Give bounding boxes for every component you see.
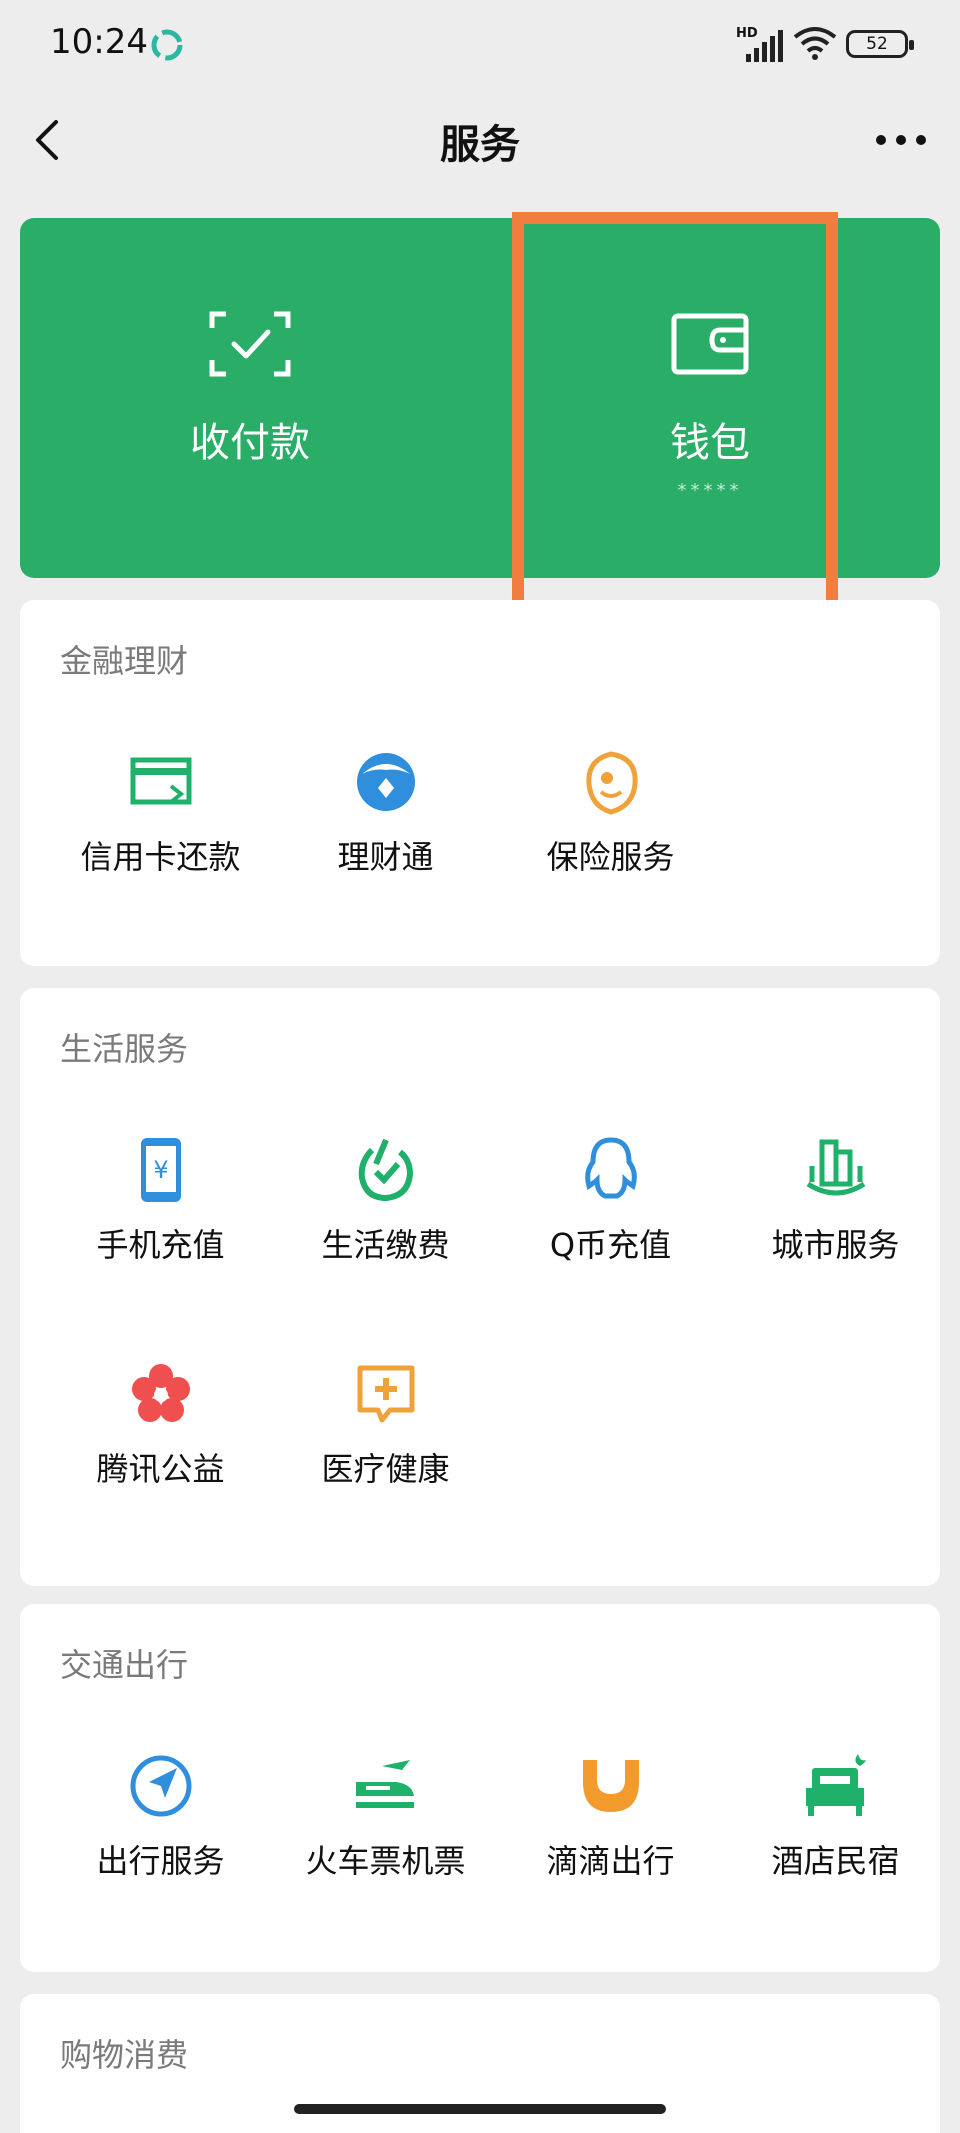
tencent-charity-button[interactable]: 腾讯公益 (48, 1360, 273, 1520)
more-dot-icon (896, 135, 906, 145)
didi-button[interactable]: 滴滴出行 (498, 1752, 723, 1912)
home-indicator[interactable] (294, 2104, 666, 2114)
charity-flower-icon (131, 1364, 190, 1422)
item-label: 手机充值 (96, 1226, 225, 1264)
receive-pay-button[interactable]: 收付款 (20, 218, 480, 578)
scan-pay-icon (209, 311, 291, 377)
item-label: 腾讯公益 (96, 1450, 225, 1488)
insurance-button[interactable]: 保险服务 (498, 748, 723, 908)
didi-icon (582, 1760, 639, 1812)
app-notification-icon (151, 29, 183, 61)
item-label: 生活缴费 (321, 1226, 450, 1264)
licaitong-button[interactable]: 理财通 (273, 748, 498, 908)
hotel-bed-icon (805, 1754, 866, 1816)
item-label: 滴滴出行 (546, 1842, 675, 1880)
item-label: 城市服务 (771, 1226, 900, 1264)
more-options-button[interactable] (876, 130, 926, 150)
status-bar: 10:24 HD 52 (0, 0, 960, 90)
life-services-section: 生活服务 ¥ 手机充值 生活缴费 Q币充值 城市服务 腾讯公益 医疗健康 (20, 988, 940, 1586)
item-label: 信用卡还款 (80, 838, 241, 876)
page-title: 服务 (440, 122, 520, 168)
transport-section: 交通出行 出行服务 火车票机票 滴滴出行 酒店民宿 (20, 1604, 940, 1972)
item-label: 出行服务 (96, 1842, 225, 1880)
battery-indicator: 52 (846, 30, 914, 58)
section-title: 生活服务 (60, 1030, 189, 1068)
phone-topup-button[interactable]: ¥ 手机充值 (48, 1136, 273, 1296)
hotel-homestay-button[interactable]: 酒店民宿 (723, 1752, 948, 1912)
city-service-icon (806, 1139, 865, 1196)
item-label: 酒店民宿 (771, 1842, 900, 1880)
item-label: 医疗健康 (321, 1450, 450, 1488)
city-service-button[interactable]: 城市服务 (723, 1136, 948, 1296)
wifi-icon (793, 27, 837, 60)
credit-card-repay-button[interactable]: 信用卡还款 (48, 748, 273, 908)
credit-card-icon (130, 757, 191, 805)
phone-topup-icon: ¥ (140, 1138, 181, 1202)
wallet-highlight-box (512, 212, 838, 626)
train-flight-tickets-button[interactable]: 火车票机票 (273, 1752, 498, 1912)
item-label: 理财通 (337, 838, 434, 876)
medical-health-button[interactable]: 医疗健康 (273, 1360, 498, 1520)
wealth-icon (356, 753, 415, 811)
status-time: 10:24 (50, 22, 148, 62)
section-title: 交通出行 (60, 1646, 189, 1684)
section-title: 金融理财 (60, 642, 189, 680)
travel-service-button[interactable]: 出行服务 (48, 1752, 273, 1912)
nav-bar: 服务 (0, 90, 960, 190)
item-label: Q币充值 (549, 1226, 672, 1264)
utility-bill-icon (358, 1138, 413, 1202)
item-label: 保险服务 (546, 838, 675, 876)
svg-text:¥: ¥ (153, 1156, 168, 1184)
qq-coin-icon (584, 1137, 637, 1199)
train-plane-icon (355, 1760, 414, 1808)
more-dot-icon (916, 135, 926, 145)
signal-icon (746, 30, 783, 62)
finance-section: 金融理财 信用卡还款 理财通 保险服务 (20, 600, 940, 966)
utility-bill-button[interactable]: 生活缴费 (273, 1136, 498, 1296)
section-title: 购物消费 (60, 2036, 189, 2074)
qq-coin-topup-button[interactable]: Q币充值 (498, 1136, 723, 1296)
insurance-icon (585, 751, 638, 815)
item-label: 火车票机票 (305, 1842, 466, 1880)
medical-icon (357, 1365, 414, 1423)
more-dot-icon (876, 135, 886, 145)
receive-pay-label: 收付款 (190, 420, 310, 466)
navigation-icon (130, 1755, 191, 1817)
